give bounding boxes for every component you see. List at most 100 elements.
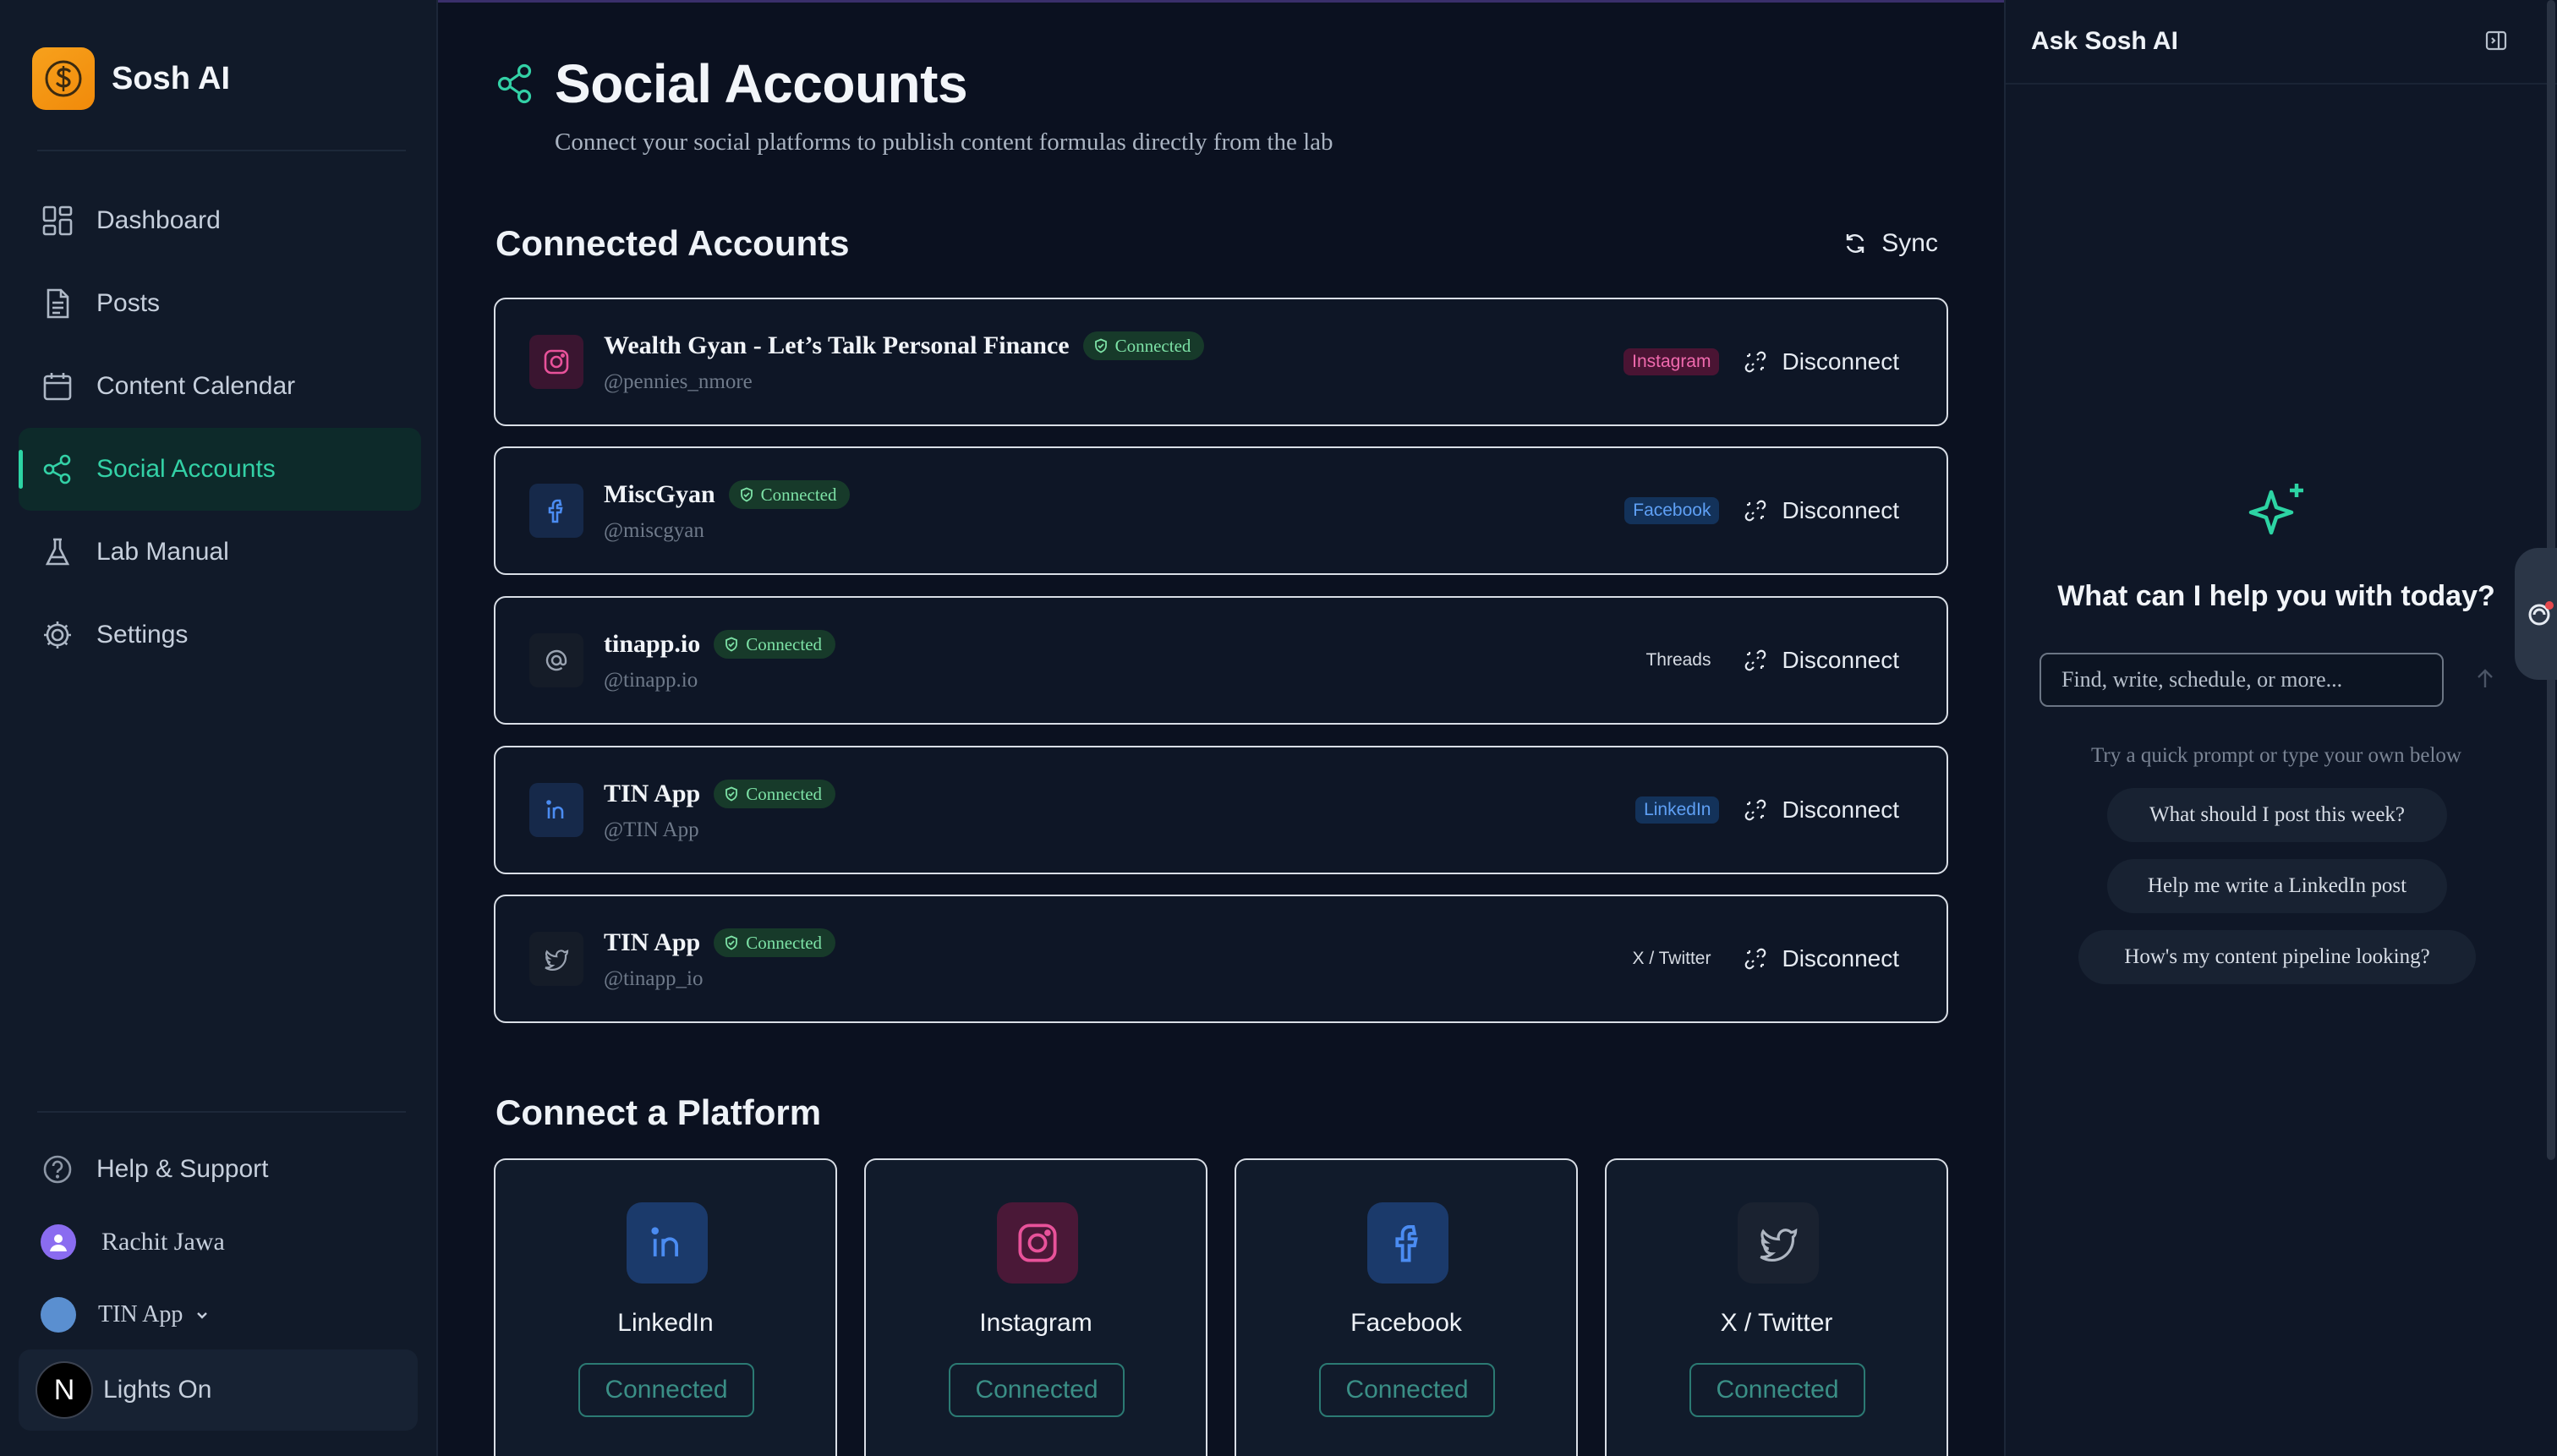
send-arrow-icon[interactable] (2472, 666, 2498, 696)
twitter-icon (529, 932, 583, 986)
platform-tag: LinkedIn (1635, 796, 1720, 824)
org-switcher[interactable]: TIN App (19, 1278, 421, 1351)
platform-card-instagram: Instagram Connected (864, 1158, 1207, 1456)
sidebar-item-posts[interactable]: Posts (19, 262, 421, 345)
disconnect-button[interactable]: Disconnect (1744, 796, 1899, 824)
assistant-question: What can I help you with today? (2057, 580, 2495, 612)
help-circle-icon (41, 1152, 74, 1186)
help-support-link[interactable]: Help & Support (19, 1133, 421, 1206)
quick-prompt-chip[interactable]: How's my content pipeline looking? (2078, 930, 2476, 984)
org-name: TIN App (98, 1301, 183, 1327)
status-badge: Connected (1082, 331, 1205, 360)
sidebar-item-settings[interactable]: Settings (19, 594, 421, 676)
account-card-threads: tinapp.io Connected @tinapp.io Threads D… (494, 596, 1948, 725)
brand[interactable]: Sosh AI (32, 47, 230, 110)
threads-icon (529, 633, 583, 687)
sidebar: Sosh AI Dashboard Posts Content Calendar… (0, 0, 438, 1456)
shield-check-icon (739, 487, 754, 502)
sidebar-item-lab-manual[interactable]: Lab Manual (19, 511, 421, 594)
sync-label: Sync (1881, 229, 1938, 257)
sidebar-item-label: Social Accounts (96, 455, 276, 483)
shield-check-icon (724, 637, 739, 652)
account-card-linkedin: TIN App Connected @TIN App LinkedIn Disc… (494, 746, 1948, 874)
platform-connected-button[interactable]: Connected (949, 1363, 1125, 1417)
assistant-title: Ask Sosh AI (2031, 27, 2178, 55)
platform-card-facebook: Facebook Connected (1235, 1158, 1578, 1456)
main-nav: Dashboard Posts Content Calendar Social … (19, 179, 421, 676)
chevron-down-icon (194, 1307, 210, 1322)
floating-assistant-tab[interactable] (2515, 548, 2557, 680)
page-subtitle: Connect your social platforms to publish… (555, 129, 1333, 156)
share-icon (496, 63, 534, 105)
linkedin-icon (627, 1202, 708, 1284)
flask-icon (41, 535, 74, 569)
org-logo (41, 1297, 76, 1333)
account-handle: @tinapp.io (604, 669, 698, 692)
account-name: MiscGyan (604, 480, 715, 508)
assistant-divider (2006, 83, 2557, 85)
account-handle: @TIN App (604, 818, 699, 841)
platform-name: LinkedIn (617, 1309, 714, 1337)
shield-check-icon (1093, 338, 1109, 353)
disconnect-button[interactable]: Disconnect (1744, 945, 1899, 972)
chat-bubble-icon (2525, 599, 2555, 629)
twitter-icon (1738, 1202, 1819, 1284)
collapse-panel-icon[interactable] (2484, 29, 2508, 52)
lights-label: Lights On (103, 1376, 212, 1404)
calendar-icon (41, 369, 74, 403)
platform-name: Facebook (1350, 1309, 1462, 1337)
account-name: TIN App (604, 780, 701, 807)
account-name: TIN App (604, 928, 701, 956)
refresh-icon (1842, 231, 1868, 256)
account-handle: @miscgyan (604, 519, 704, 542)
sidebar-item-label: Settings (96, 621, 189, 649)
sidebar-item-dashboard[interactable]: Dashboard (19, 179, 421, 262)
sidebar-item-social-accounts[interactable]: Social Accounts (19, 428, 421, 511)
sidebar-item-label: Content Calendar (96, 372, 296, 400)
platform-connected-button[interactable]: Connected (578, 1363, 754, 1417)
platform-name: Instagram (979, 1309, 1092, 1337)
linkedin-icon (529, 783, 583, 837)
facebook-icon (1367, 1202, 1448, 1284)
platform-connected-button[interactable]: Connected (1689, 1363, 1865, 1417)
disconnect-button[interactable]: Disconnect (1744, 497, 1899, 524)
account-card-instagram: Wealth Gyan - Let’s Talk Personal Financ… (494, 298, 1948, 426)
shield-check-icon (724, 786, 739, 802)
platform-tag: X / Twitter (1632, 949, 1711, 968)
platform-name: X / Twitter (1720, 1309, 1833, 1337)
status-badge: Connected (728, 480, 851, 509)
user-name: Rachit Jawa (101, 1228, 225, 1256)
share-icon (41, 452, 74, 486)
user-profile[interactable]: Rachit Jawa (19, 1206, 421, 1278)
sosh-logo-icon (32, 47, 95, 110)
sync-button[interactable]: Sync (1842, 222, 1938, 265)
disconnect-button[interactable]: Disconnect (1744, 647, 1899, 674)
sidebar-item-label: Dashboard (96, 206, 221, 234)
quick-prompt-chip[interactable]: What should I post this week? (2107, 788, 2447, 842)
account-name: tinapp.io (604, 630, 701, 658)
sidebar-item-label: Posts (96, 289, 161, 317)
shield-check-icon (724, 935, 739, 950)
status-badge: Connected (714, 630, 836, 659)
instagram-icon (529, 335, 583, 389)
platform-tag: Facebook (1624, 497, 1720, 524)
lights-toggle[interactable]: N Lights On (19, 1349, 418, 1431)
help-support-label: Help & Support (96, 1155, 269, 1183)
main-content: Social Accounts Connect your social plat… (440, 0, 2004, 1456)
assistant-input[interactable]: Find, write, schedule, or more... (2040, 653, 2444, 707)
dashboard-icon (41, 204, 74, 238)
platform-connected-button[interactable]: Connected (1319, 1363, 1495, 1417)
account-card-facebook: MiscGyan Connected @miscgyan Facebook Di… (494, 446, 1948, 575)
sidebar-divider (37, 1111, 406, 1113)
unlink-icon (1744, 500, 1766, 522)
disconnect-button[interactable]: Disconnect (1744, 348, 1899, 375)
status-badge: Connected (714, 928, 836, 957)
n-badge: N (36, 1361, 93, 1419)
sidebar-item-content-calendar[interactable]: Content Calendar (19, 345, 421, 428)
account-card-twitter: TIN App Connected @tinapp_io X / Twitter… (494, 895, 1948, 1023)
quick-prompt-chip[interactable]: Help me write a LinkedIn post (2107, 859, 2447, 913)
connected-accounts-heading: Connected Accounts (496, 223, 850, 263)
unlink-icon (1744, 649, 1766, 671)
facebook-icon (529, 484, 583, 538)
platform-card-twitter: X / Twitter Connected (1605, 1158, 1948, 1456)
